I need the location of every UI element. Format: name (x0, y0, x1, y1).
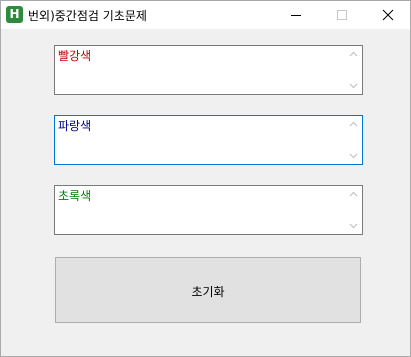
close-button[interactable] (365, 1, 411, 29)
green-text-area[interactable]: 초록색 (54, 185, 363, 235)
red-text-area[interactable]: 빨강색 (54, 45, 363, 95)
scroll-up-arrow-icon[interactable] (349, 51, 358, 57)
minimize-icon (291, 15, 301, 16)
app-window: H 번외)중간점검 기초문제 빨강색 파랑색 초록색 초기화 (0, 0, 411, 357)
scroll-down-arrow-icon[interactable] (349, 153, 358, 159)
maximize-icon (337, 10, 347, 20)
maximize-button[interactable] (319, 1, 365, 29)
blue-text-value: 파랑색 (58, 119, 92, 133)
close-icon (382, 9, 394, 21)
scroll-down-arrow-icon[interactable] (349, 83, 358, 89)
red-text-scrollbar[interactable] (345, 46, 362, 94)
app-icon: H (6, 6, 23, 23)
scroll-up-arrow-icon[interactable] (349, 191, 358, 197)
reset-button-label: 초기화 (191, 285, 225, 299)
title-bar[interactable]: H 번외)중간점검 기초문제 (1, 1, 410, 29)
window-title: 번외)중간점검 기초문제 (28, 9, 147, 23)
green-text-value: 초록색 (58, 189, 92, 203)
green-text-scrollbar[interactable] (345, 186, 362, 234)
reset-button[interactable]: 초기화 (55, 257, 361, 323)
scroll-down-arrow-icon[interactable] (349, 223, 358, 229)
blue-text-scrollbar[interactable] (345, 116, 362, 164)
scroll-up-arrow-icon[interactable] (349, 121, 358, 127)
blue-text-area[interactable]: 파랑색 (54, 115, 363, 165)
red-text-value: 빨강색 (58, 49, 92, 63)
minimize-button[interactable] (273, 1, 319, 29)
